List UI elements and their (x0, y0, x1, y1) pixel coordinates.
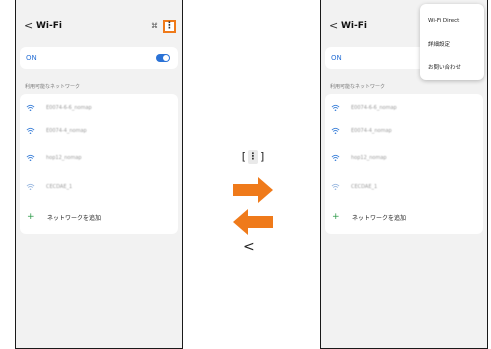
network-list: E0074-6-6_nomap E0074-4_nomap hop12_noma… (20, 94, 178, 234)
network-name: E0074-6-6_nomap (46, 105, 92, 111)
options-menu: Wi-Fi Direct 詳細設定 お問い合わせ (420, 4, 484, 80)
wifi-signal-icon (331, 154, 341, 162)
network-name: E0074-4_nomap (46, 128, 87, 134)
more-options-button[interactable]: ⋮ (163, 19, 176, 33)
wifi-signal-icon (26, 127, 36, 135)
wifi-toggle-switch[interactable] (156, 54, 170, 62)
wifi-toggle-row[interactable]: ON (20, 47, 178, 69)
menu-item-advanced-settings[interactable]: 詳細設定 (428, 40, 450, 48)
page-title: Wi-Fi (36, 21, 62, 31)
plus-icon: + (27, 211, 35, 222)
add-network-row[interactable]: + ネットワークを追加 (20, 211, 178, 223)
network-list: E0074-6-6_nomap E0074-4_nomap hop12_noma… (325, 94, 483, 234)
network-name: E0074-6-6_nomap (351, 105, 397, 111)
wifi-signal-icon (331, 127, 341, 135)
network-item[interactable]: E0074-6-6_nomap (325, 102, 483, 114)
plus-icon: + (332, 211, 340, 222)
network-item[interactable]: E0074-4_nomap (20, 125, 178, 137)
menu-item-wifi-direct[interactable]: Wi-Fi Direct (428, 18, 459, 24)
network-name: hop12_nomap (46, 155, 82, 161)
wifi-signal-icon (26, 104, 36, 112)
network-name: hop12_nomap (351, 155, 387, 161)
right-phone-screen: < Wi-Fi ON 利用可能なネットワーク E0074-6-6_nomap E… (320, 0, 488, 349)
available-networks-label: 利用可能なネットワーク (25, 84, 81, 90)
mute-icon[interactable]: ⌘ (151, 22, 158, 30)
arrow-right-icon (233, 177, 273, 203)
wifi-signal-icon (26, 183, 36, 191)
back-icon[interactable]: < (329, 18, 341, 34)
wifi-on-label: ON (26, 54, 37, 62)
back-icon[interactable]: < (24, 18, 36, 34)
add-network-row[interactable]: + ネットワークを追加 (325, 211, 483, 223)
add-network-label: ネットワークを追加 (352, 214, 407, 222)
wifi-signal-icon (26, 154, 36, 162)
network-item[interactable]: hop12_nomap (325, 152, 483, 164)
wifi-signal-icon (331, 183, 341, 191)
network-item[interactable]: CECDAE_1 (20, 181, 178, 193)
bracket-right: ] (260, 150, 265, 163)
header-actions: ⌘ ⋮ (151, 18, 176, 34)
menu-key-icon: ⋮ (248, 150, 258, 164)
back-chevron-icon: < (243, 239, 255, 255)
arrow-left-icon (233, 209, 273, 235)
network-name: CECDAE_1 (46, 184, 73, 190)
network-item[interactable]: E0074-6-6_nomap (20, 102, 178, 114)
network-item[interactable]: CECDAE_1 (325, 181, 483, 193)
network-name: E0074-4_nomap (351, 128, 392, 134)
instruction-graphic: [ ⋮ ] < (230, 147, 276, 267)
left-header: < Wi-Fi ⌘ ⋮ (24, 18, 176, 34)
available-networks-label: 利用可能なネットワーク (330, 84, 386, 90)
network-item[interactable]: E0074-4_nomap (325, 125, 483, 137)
menu-item-contact-us[interactable]: お問い合わせ (428, 63, 461, 71)
bracket-left: [ (241, 150, 246, 163)
network-name: CECDAE_1 (351, 184, 378, 190)
page-title: Wi-Fi (341, 21, 367, 31)
menu-key-label: [ ⋮ ] (233, 147, 273, 167)
add-network-label: ネットワークを追加 (47, 214, 102, 222)
network-item[interactable]: hop12_nomap (20, 152, 178, 164)
wifi-signal-icon (331, 104, 341, 112)
left-phone-screen: < Wi-Fi ⌘ ⋮ ON 利用可能なネットワーク E0074-6-6_nom… (15, 0, 183, 349)
